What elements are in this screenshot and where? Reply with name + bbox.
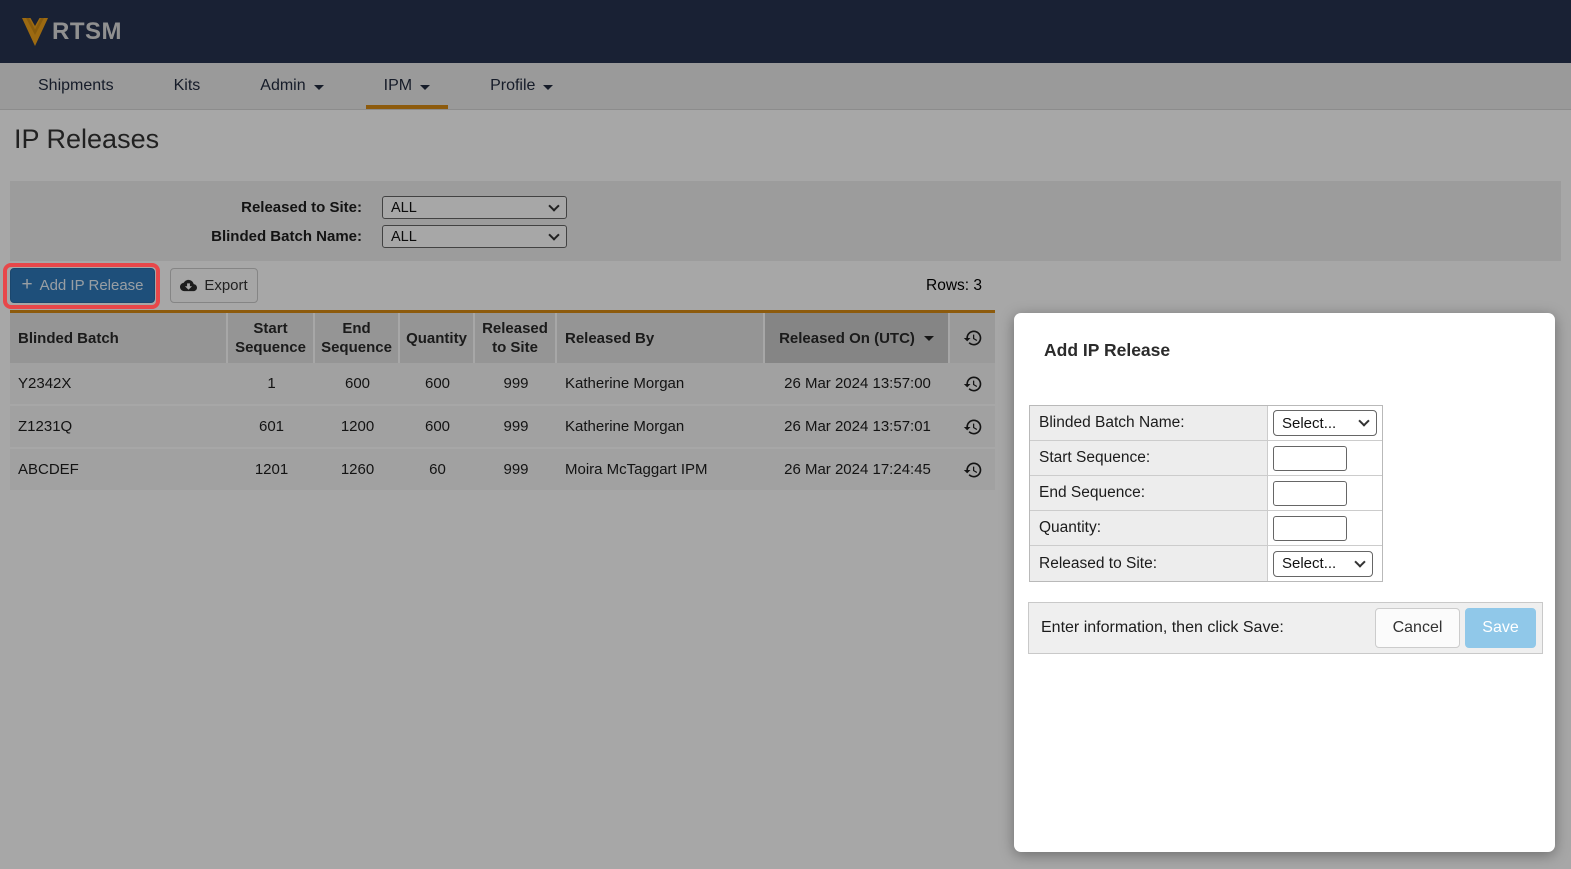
released-to-site-select[interactable]: Select... [1273, 550, 1373, 577]
form-row-end-sequence: End Sequence: [1030, 476, 1382, 511]
start-sequence-input[interactable] [1273, 445, 1347, 471]
add-ip-release-form: Blinded Batch Name: Select... Start Sequ… [1029, 405, 1383, 582]
add-ip-release-modal: Add IP Release Blinded Batch Name: Selec… [1014, 313, 1555, 852]
modal-title: Add IP Release [1044, 340, 1171, 360]
footer-instruction: Enter information, then click Save: [1041, 619, 1284, 636]
form-row-blinded-batch-name: Blinded Batch Name: Select... [1030, 406, 1382, 441]
quantity-input[interactable] [1273, 515, 1347, 541]
red-highlight-annotation [3, 263, 160, 309]
save-button[interactable]: Save [1465, 608, 1536, 648]
cancel-button[interactable]: Cancel [1375, 608, 1460, 648]
end-sequence-input[interactable] [1273, 480, 1347, 506]
form-row-released-to-site: Released to Site: Select... [1030, 546, 1382, 581]
blinded-batch-name-select[interactable]: Select... [1273, 410, 1377, 436]
blinded-batch-name-select-value: Select... [1282, 414, 1337, 432]
end-sequence-label: End Sequence: [1030, 476, 1268, 510]
form-row-start-sequence: Start Sequence: [1030, 441, 1382, 476]
released-to-site-select-value: Select... [1282, 555, 1337, 572]
chevron-down-icon [1354, 555, 1366, 568]
modal-footer: Enter information, then click Save: Canc… [1028, 602, 1543, 654]
released-to-site-label: Released to Site: [1030, 546, 1268, 581]
blinded-batch-name-label: Blinded Batch Name: [1030, 406, 1268, 440]
start-sequence-label: Start Sequence: [1030, 441, 1268, 475]
chevron-down-icon [1358, 415, 1370, 427]
app-window: RTSM Shipments Kits Admin IPM Profile IP… [0, 0, 1571, 869]
form-row-quantity: Quantity: [1030, 511, 1382, 546]
quantity-label: Quantity: [1030, 511, 1268, 545]
